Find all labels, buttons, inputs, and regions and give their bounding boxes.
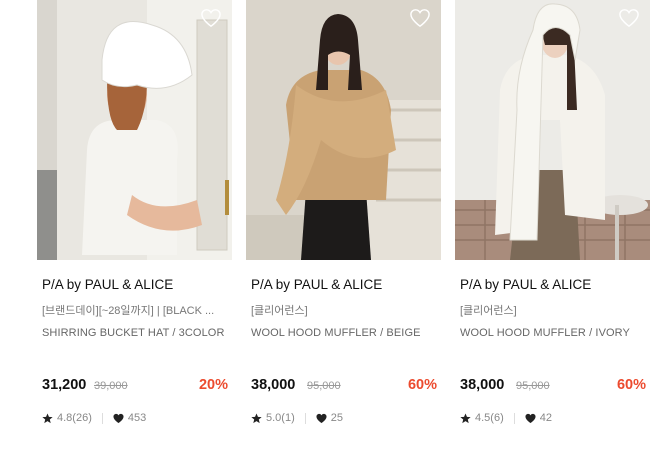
product-card[interactable]: P/A by PAUL & ALICE [브랜드데이][~28일까지] | [B… xyxy=(37,0,232,458)
product-image[interactable] xyxy=(455,0,650,260)
original-price: 95,000 xyxy=(307,380,341,392)
heart-filled-icon xyxy=(113,413,124,424)
wishlist-heart-icon[interactable] xyxy=(618,8,640,28)
heart-filled-icon xyxy=(525,413,536,424)
heart-filled-icon xyxy=(316,413,327,424)
brand-name[interactable]: P/A by PAUL & ALICE xyxy=(460,277,591,292)
divider xyxy=(304,412,306,424)
brand-name[interactable]: P/A by PAUL & ALICE xyxy=(251,277,382,292)
review-meta: 4.5(6) 42 xyxy=(460,411,552,425)
review-meta: 4.8(26) 453 xyxy=(42,411,146,425)
original-price: 95,000 xyxy=(516,380,550,392)
likes-count: 25 xyxy=(330,412,343,424)
product-image[interactable] xyxy=(246,0,441,260)
wishlist-heart-icon[interactable] xyxy=(200,8,222,28)
product-image[interactable] xyxy=(37,0,232,260)
discount-rate: 60% xyxy=(407,377,437,393)
rating-text: 4.8(26) xyxy=(57,412,92,424)
product-name[interactable]: SHIRRING BUCKET HAT / 3COLOR xyxy=(42,327,232,339)
promo-tag: [클리어런스] xyxy=(251,305,308,317)
likes-count: 42 xyxy=(539,412,552,424)
sale-price: 31,200 xyxy=(42,377,87,393)
brand-name[interactable]: P/A by PAUL & ALICE xyxy=(42,277,173,292)
promo-tag: [브랜드데이][~28일까지] | [BLACK ... xyxy=(42,305,215,317)
star-icon xyxy=(460,412,471,424)
review-meta: 5.0(1) 25 xyxy=(251,411,343,425)
product-card[interactable]: P/A by PAUL & ALICE [클리어런스] WOOL HOOD MU… xyxy=(246,0,441,458)
product-name[interactable]: WOOL HOOD MUFFLER / IVORY xyxy=(460,327,650,339)
discount-rate: 20% xyxy=(198,377,228,393)
product-card[interactable]: P/A by PAUL & ALICE [클리어런스] WOOL HOOD MU… xyxy=(455,0,650,458)
original-price: 39,000 xyxy=(94,380,128,392)
product-name[interactable]: WOOL HOOD MUFFLER / BEIGE xyxy=(251,327,441,339)
promo-tag: [클리어런스] xyxy=(460,305,517,317)
divider xyxy=(101,412,103,424)
discount-rate: 60% xyxy=(616,377,646,393)
star-icon xyxy=(251,412,262,424)
likes-count: 453 xyxy=(127,412,147,424)
sale-price: 38,000 xyxy=(251,377,296,393)
sale-price: 38,000 xyxy=(460,377,505,393)
product-grid: P/A by PAUL & ALICE [브랜드데이][~28일까지] | [B… xyxy=(0,0,667,458)
rating-text: 5.0(1) xyxy=(266,412,295,424)
rating-text: 4.5(6) xyxy=(475,412,504,424)
wishlist-heart-icon[interactable] xyxy=(409,8,431,28)
star-icon xyxy=(42,412,53,424)
divider xyxy=(513,412,515,424)
